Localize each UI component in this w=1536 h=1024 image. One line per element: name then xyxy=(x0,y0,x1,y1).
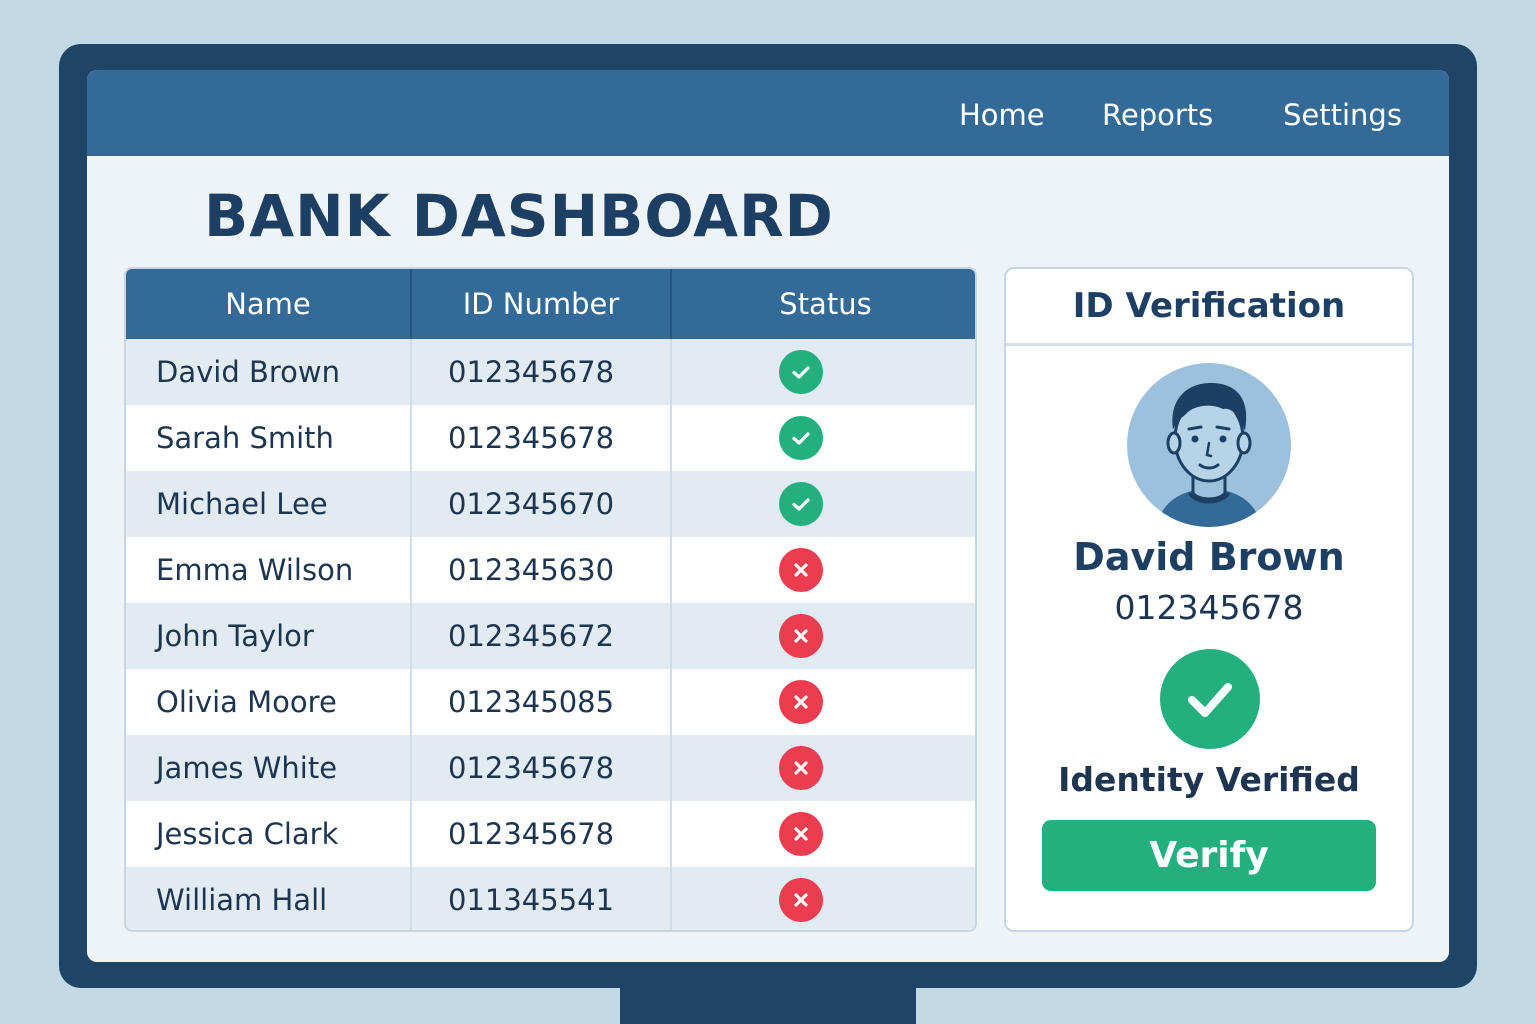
cell-name: Michael Lee xyxy=(126,471,412,537)
check-circle-icon xyxy=(1160,649,1260,749)
cell-status xyxy=(672,603,975,669)
column-header-status[interactable]: Status xyxy=(672,269,975,339)
cell-id-number: 012345630 xyxy=(412,537,672,603)
cell-status xyxy=(672,537,975,603)
table-header: Name ID Number Status xyxy=(126,269,975,339)
check-circle-icon xyxy=(778,416,823,460)
column-header-name[interactable]: Name xyxy=(126,269,412,339)
nav-settings-link[interactable]: Settings xyxy=(1283,98,1402,132)
x-circle-icon xyxy=(778,680,823,724)
x-circle-icon xyxy=(778,548,823,592)
top-nav: Home Reports Settings xyxy=(87,70,1449,156)
cell-status xyxy=(672,801,975,867)
verified-user-id: 012345678 xyxy=(1114,588,1304,627)
cell-name: Emma Wilson xyxy=(126,537,412,603)
cell-id-number: 012345678 xyxy=(412,735,672,801)
cell-id-number: 012345672 xyxy=(412,603,672,669)
cell-name: David Brown xyxy=(126,339,412,405)
cell-status xyxy=(672,735,975,801)
cell-id-number: 012345678 xyxy=(412,405,672,471)
user-avatar-icon xyxy=(1127,363,1291,527)
app-screen: Home Reports Settings BANK DASHBOARD Nam… xyxy=(87,70,1449,962)
verified-user-name: David Brown xyxy=(1073,535,1345,579)
cell-name: William Hall xyxy=(126,867,412,930)
customer-table: Name ID Number Status David Brown 0123456… xyxy=(124,267,977,932)
panel-title: ID Verification xyxy=(1006,269,1412,346)
table-row[interactable]: Emma Wilson 012345630 xyxy=(126,537,975,603)
x-circle-icon xyxy=(778,878,823,922)
table-body: David Brown 012345678 Sarah Smith 012345678… xyxy=(126,339,975,930)
table-row[interactable]: James White 012345678 xyxy=(126,735,975,801)
check-circle-icon xyxy=(778,350,823,394)
cell-name: John Taylor xyxy=(126,603,412,669)
cell-id-number: 012345678 xyxy=(412,339,672,405)
cell-status xyxy=(672,339,975,405)
cell-name: Sarah Smith xyxy=(126,405,412,471)
cell-status xyxy=(672,471,975,537)
cell-name: James White xyxy=(126,735,412,801)
cell-id-number: 011345541 xyxy=(412,867,672,930)
table-row[interactable]: William Hall 011345541 xyxy=(126,867,975,930)
column-header-id-number[interactable]: ID Number xyxy=(412,269,672,339)
table-row[interactable]: Sarah Smith 012345678 xyxy=(126,405,975,471)
nav-reports-link[interactable]: Reports xyxy=(1102,98,1213,132)
cell-id-number: 012345678 xyxy=(412,801,672,867)
nav-home-link[interactable]: Home xyxy=(959,98,1045,132)
page-title: BANK DASHBOARD xyxy=(204,182,834,250)
cell-name: Olivia Moore xyxy=(126,669,412,735)
cell-status xyxy=(672,669,975,735)
x-circle-icon xyxy=(778,812,823,856)
cell-status xyxy=(672,867,975,930)
verify-button[interactable]: Verify xyxy=(1042,820,1376,891)
monitor-stand xyxy=(620,985,916,1024)
table-row[interactable]: Michael Lee 012345670 xyxy=(126,471,975,537)
table-row[interactable]: John Taylor 012345672 xyxy=(126,603,975,669)
cell-id-number: 012345670 xyxy=(412,471,672,537)
table-row[interactable]: Jessica Clark 012345678 xyxy=(126,801,975,867)
table-row[interactable]: Olivia Moore 012345085 xyxy=(126,669,975,735)
x-circle-icon xyxy=(778,746,823,790)
cell-status xyxy=(672,405,975,471)
identity-status-text: Identity Verified xyxy=(1058,760,1360,799)
cell-id-number: 012345085 xyxy=(412,669,672,735)
id-verification-panel: ID Verification David Brown 012345678 Id… xyxy=(1004,267,1414,932)
x-circle-icon xyxy=(778,614,823,658)
table-row[interactable]: David Brown 012345678 xyxy=(126,339,975,405)
cell-name: Jessica Clark xyxy=(126,801,412,867)
check-circle-icon xyxy=(778,482,823,526)
